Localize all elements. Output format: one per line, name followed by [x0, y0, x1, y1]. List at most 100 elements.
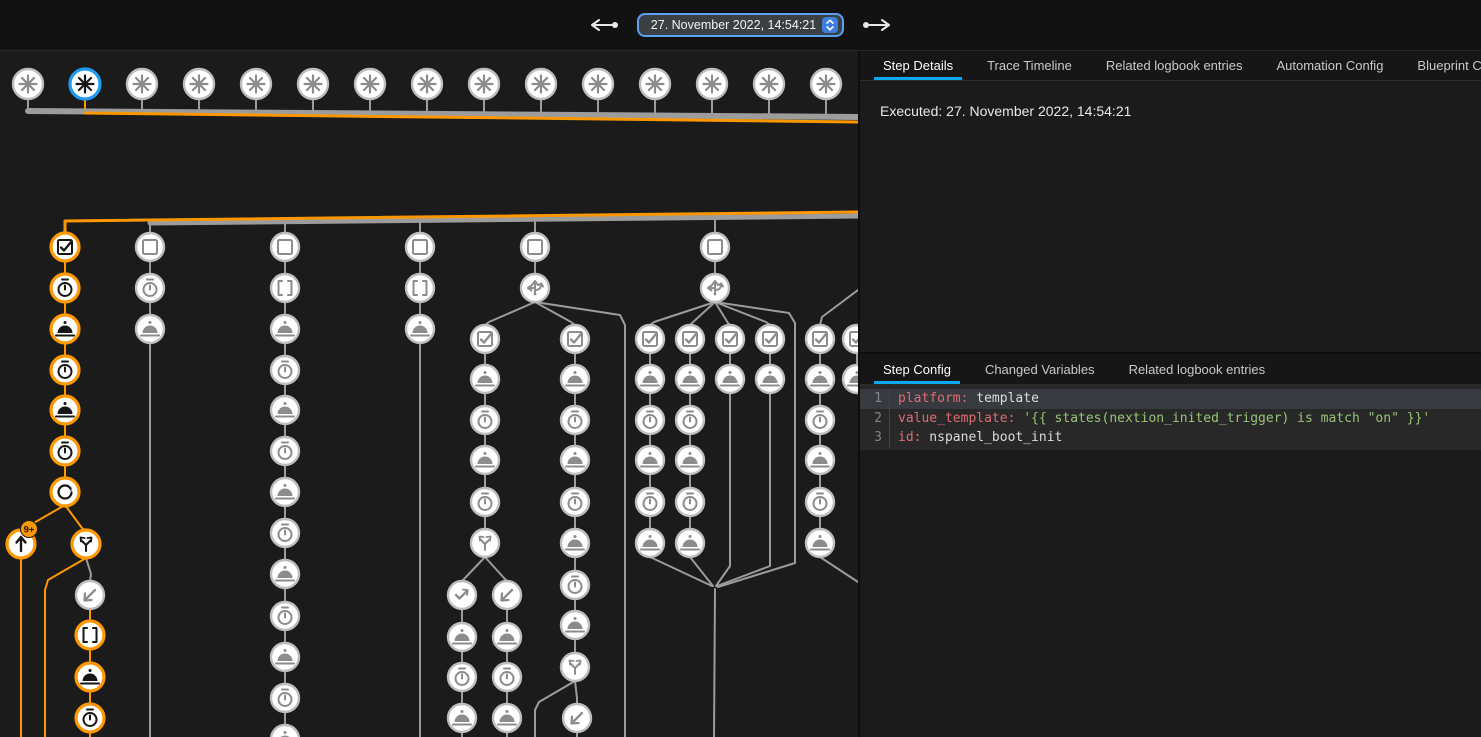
tab-trace-timeline[interactable]: Trace Timeline — [970, 50, 1089, 80]
graph-node-condition-checked[interactable] — [636, 325, 664, 353]
graph-node-delay-timer[interactable] — [271, 356, 299, 384]
graph-node-delay-timer[interactable] — [806, 488, 834, 516]
graph-node-trigger-asterisk[interactable] — [811, 69, 841, 99]
graph-node-condition-blank[interactable] — [701, 233, 729, 261]
graph-node-service-call[interactable] — [136, 315, 164, 343]
graph-node-delay-timer[interactable] — [448, 663, 476, 691]
graph-node-service-call[interactable] — [806, 365, 834, 393]
graph-node-arrow-bottom-left[interactable] — [493, 581, 521, 609]
graph-node-template-brackets[interactable] — [406, 274, 434, 302]
graph-node-service-call[interactable] — [493, 623, 521, 651]
graph-node-trigger-asterisk[interactable] — [697, 69, 727, 99]
graph-node-service-call[interactable] — [271, 478, 299, 506]
graph-node-delay-timer[interactable] — [636, 406, 664, 434]
graph-node-service-call[interactable] — [271, 643, 299, 671]
graph-node-trigger-asterisk[interactable] — [640, 69, 670, 99]
graph-node-trigger-asterisk[interactable] — [355, 69, 385, 99]
graph-node-check-arrow[interactable] — [448, 581, 476, 609]
graph-node-service-call[interactable] — [51, 396, 79, 424]
graph-node-service-call[interactable] — [406, 315, 434, 343]
graph-node-condition-blank[interactable] — [406, 233, 434, 261]
graph-node-delay-timer[interactable] — [271, 684, 299, 712]
graph-node-condition-checked[interactable] — [676, 325, 704, 353]
graph-node-service-call[interactable] — [636, 365, 664, 393]
graph-node-delay-timer[interactable] — [51, 437, 79, 465]
graph-node-service-call[interactable] — [636, 529, 664, 557]
graph-node-trigger-asterisk[interactable] — [241, 69, 271, 99]
graph-node-delay-timer[interactable] — [76, 704, 104, 732]
code-line[interactable]: 1platform: template — [860, 389, 1481, 409]
graph-node-condition-blank[interactable] — [521, 233, 549, 261]
previous-run-button[interactable] — [585, 14, 623, 36]
graph-node-call-split[interactable] — [471, 529, 499, 557]
graph-node-service-call[interactable] — [271, 315, 299, 343]
graph-node-condition-blank[interactable] — [271, 233, 299, 261]
graph-node-delay-timer[interactable] — [561, 571, 589, 599]
graph-node-condition-checked[interactable] — [51, 233, 79, 261]
graph-node-trigger-asterisk[interactable] — [583, 69, 613, 99]
graph-node-service-call[interactable] — [51, 315, 79, 343]
code-line[interactable]: 2value_template: '{{ states(nextion_init… — [860, 409, 1481, 429]
tab-step-details[interactable]: Step Details — [866, 50, 970, 80]
graph-node-service-call[interactable] — [561, 529, 589, 557]
graph-node-service-call[interactable] — [561, 446, 589, 474]
graph-node-delay-timer[interactable] — [471, 488, 499, 516]
graph-node-service-call[interactable] — [716, 365, 744, 393]
graph-node-delay-timer[interactable] — [561, 406, 589, 434]
graph-node-service-call[interactable] — [271, 725, 299, 737]
graph-node-service-call[interactable] — [561, 365, 589, 393]
tab-automation-config[interactable]: Automation Config — [1259, 50, 1400, 80]
graph-node-service-call[interactable] — [448, 623, 476, 651]
graph-node-delay-timer[interactable] — [676, 488, 704, 516]
graph-node-arrow-bottom-left[interactable] — [563, 704, 591, 732]
graph-node-delay-timer[interactable] — [51, 356, 79, 384]
graph-node-delay-timer[interactable] — [271, 602, 299, 630]
graph-node-trigger-asterisk[interactable] — [127, 69, 157, 99]
graph-node-service-call[interactable] — [471, 446, 499, 474]
graph-node-template-brackets[interactable] — [271, 274, 299, 302]
graph-node-choose-decision[interactable] — [521, 274, 549, 302]
graph-node-service-call[interactable] — [471, 365, 499, 393]
graph-node-service-call[interactable] — [676, 446, 704, 474]
graph-node-repeat[interactable] — [51, 478, 79, 506]
graph-node-trigger-asterisk[interactable] — [412, 69, 442, 99]
graph-node-delay-timer[interactable] — [136, 274, 164, 302]
graph-node-trigger-asterisk[interactable] — [754, 69, 784, 99]
graph-node-delay-timer[interactable] — [493, 663, 521, 691]
graph-node-service-call[interactable] — [843, 365, 858, 393]
graph-node-delay-timer[interactable] — [471, 406, 499, 434]
tab-related-logbook-entries[interactable]: Related logbook entries — [1089, 50, 1260, 80]
graph-node-trigger-asterisk[interactable] — [184, 69, 214, 99]
graph-node-call-split[interactable] — [72, 530, 100, 558]
graph-node-condition-checked[interactable] — [716, 325, 744, 353]
graph-node-service-call[interactable] — [271, 560, 299, 588]
graph-node-trigger-asterisk[interactable] — [469, 69, 499, 99]
graph-node-arrow-bottom-left[interactable] — [76, 581, 104, 609]
graph-node-trigger-asterisk[interactable] — [298, 69, 328, 99]
graph-node-service-call[interactable] — [756, 365, 784, 393]
graph-node-service-call[interactable] — [806, 446, 834, 474]
tab-related-logbook-entries[interactable]: Related logbook entries — [1112, 354, 1283, 384]
tab-changed-variables[interactable]: Changed Variables — [968, 354, 1112, 384]
graph-node-condition-checked[interactable] — [756, 325, 784, 353]
graph-node-service-call[interactable] — [448, 704, 476, 732]
next-run-button[interactable] — [858, 14, 896, 36]
run-selector-select[interactable]: 27. November 2022, 14:54:21 — [637, 13, 844, 37]
graph-node-delay-timer[interactable] — [676, 406, 704, 434]
graph-node-delay-timer[interactable] — [806, 406, 834, 434]
graph-node-condition-checked[interactable] — [561, 325, 589, 353]
graph-node-delay-timer[interactable] — [271, 437, 299, 465]
graph-node-service-call[interactable] — [493, 704, 521, 732]
graph-node-delay-timer[interactable] — [271, 519, 299, 547]
graph-node-delay-timer[interactable] — [636, 488, 664, 516]
graph-node-service-call[interactable] — [271, 396, 299, 424]
code-line[interactable]: 3id: nspanel_boot_init — [860, 428, 1481, 448]
graph-node-service-call[interactable] — [636, 446, 664, 474]
graph-node-service-call[interactable] — [676, 365, 704, 393]
graph-node-condition-blank[interactable] — [136, 233, 164, 261]
graph-node-condition-checked[interactable] — [471, 325, 499, 353]
tab-blueprint-config[interactable]: Blueprint Config — [1400, 50, 1481, 80]
graph-node-service-call[interactable] — [676, 529, 704, 557]
graph-node-template-brackets[interactable] — [76, 621, 104, 649]
graph-node-service-call[interactable] — [806, 529, 834, 557]
